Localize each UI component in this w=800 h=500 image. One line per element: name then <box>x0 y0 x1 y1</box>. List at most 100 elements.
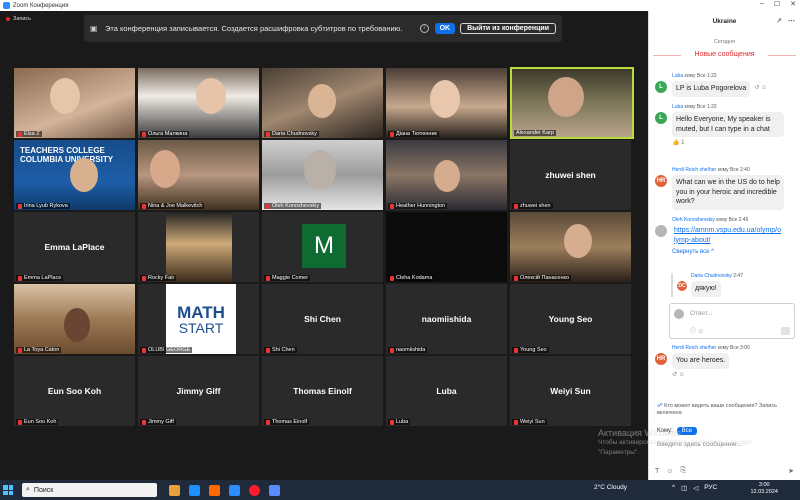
mic-muted-icon <box>390 203 394 209</box>
participant-tile[interactable]: La Toya Caton <box>14 284 135 354</box>
participant-tile[interactable]: Cleha Kodama <box>386 212 507 282</box>
avatar: M <box>302 224 346 268</box>
chat-message[interactable]: Oleh Konoshevskiy кому Все 2:46 https://… <box>655 217 795 255</box>
participant-tile[interactable]: MATH START OLUBI GEORGE <box>138 284 259 354</box>
participant-tile[interactable]: Олексій Панасенко <box>510 212 631 282</box>
reply-icon[interactable]: ↺ ☺ <box>672 371 795 378</box>
avatar <box>655 225 667 237</box>
participant-tile[interactable]: Luba Luba <box>386 356 507 426</box>
network-icon[interactable]: ◫ <box>681 484 687 492</box>
recipient-selector[interactable]: Кому: Все <box>657 427 698 435</box>
clock[interactable]: 3:00 12.03.2024 <box>750 482 778 496</box>
volume-icon[interactable]: ◁ <box>693 484 698 492</box>
taskbar-search[interactable]: ⌕ Поиск <box>22 483 157 497</box>
participant-tile[interactable]: Rocky Fair <box>138 212 259 282</box>
ok-button[interactable]: OK <box>434 23 456 34</box>
recipient-dropdown[interactable]: Все <box>676 427 698 435</box>
collapse-thread-toggle[interactable]: Свернуть все ^ <box>672 249 795 255</box>
chevron-up-icon[interactable]: ^ <box>672 484 675 492</box>
message-text: дякую! <box>691 281 721 297</box>
photos-icon[interactable] <box>269 484 280 496</box>
reaction-badge[interactable]: 👍 1 <box>672 139 795 146</box>
more-icon[interactable]: ⋯ <box>788 17 795 25</box>
participant-tile[interactable]: Ольга Малкина <box>138 68 259 138</box>
record-dot-icon <box>6 17 10 21</box>
language-indicator[interactable]: РУС <box>704 484 717 492</box>
participant-tile[interactable]: Eun Soo Koh Eun Soo Koh <box>14 356 135 426</box>
reply-input[interactable]: Ответ... ⓘ ☺ <box>669 303 795 339</box>
reply-placeholder: Ответ... <box>690 310 713 317</box>
start-button[interactable] <box>0 480 16 500</box>
participant-tile[interactable]: Young Seo Young Seo <box>510 284 631 354</box>
chat-toolbar: T ☺ ⎘ ➤ <box>655 466 794 476</box>
message-meta: Herdi Reich she/her кому Все 3:00 <box>672 345 750 351</box>
message-input[interactable]: Введите здесь сообщение... <box>657 441 742 448</box>
meeting-area: Запись ▣ Эта конференция записывается. С… <box>0 11 648 480</box>
recording-label: Запись <box>13 16 32 22</box>
participant-tile[interactable]: Weiyi Sun Weiyi Sun <box>510 356 631 426</box>
minimize-icon[interactable]: – <box>760 0 764 8</box>
participant-tile[interactable]: Daria Chudnovsky <box>262 68 383 138</box>
search-icon: ⌕ <box>26 486 30 493</box>
participant-tile[interactable]: Elsa Z <box>14 68 135 138</box>
file-icon[interactable]: ⎘ <box>680 467 686 475</box>
mic-muted-icon <box>390 419 394 425</box>
participant-tile[interactable]: Heather Hunnington <box>386 140 507 210</box>
edge-icon[interactable] <box>189 484 200 496</box>
participant-tile[interactable]: Shi Chen Shi Chen <box>262 284 383 354</box>
weather-widget[interactable]: 2°C Cloudy <box>594 484 627 491</box>
participant-tile-active-speaker[interactable]: Alexander Karp <box>510 67 634 139</box>
message-text: What can we in the US do to help you in … <box>672 175 784 210</box>
participant-name: Shi Chen <box>264 347 297 353</box>
store-icon[interactable] <box>209 484 220 496</box>
participant-tile[interactable]: Nina & Joe Malkevitch <box>138 140 259 210</box>
participant-tile[interactable]: Thomas Einolf Thomas Einolf <box>262 356 383 426</box>
recording-indicator[interactable]: Запись <box>6 16 31 22</box>
thread-reply[interactable]: Daria Chudnovsky 2:47 DC дякую! <box>671 273 795 297</box>
participant-tile[interactable]: Діана Тютюнник <box>386 68 507 138</box>
participant-tile[interactable]: Oleh Konoshevskiy <box>262 140 383 210</box>
leave-meeting-button[interactable]: Выйти из конференции <box>460 23 556 34</box>
message-link[interactable]: https://amnm.vspu.edu.ua/olymp/olymp-abo… <box>674 227 781 244</box>
format-icon[interactable]: T <box>655 468 659 475</box>
emoji-icon[interactable]: ☺ <box>666 468 673 475</box>
cc-icon: ▣ <box>90 24 98 33</box>
video-feed <box>564 224 592 258</box>
mic-muted-icon <box>390 131 394 137</box>
send-icon[interactable]: ➤ <box>788 467 794 475</box>
send-icon[interactable] <box>781 327 790 335</box>
zoom-app-icon <box>3 2 10 9</box>
participant-tile[interactable]: M Maggie Comer <box>262 212 383 282</box>
maximize-icon[interactable]: ☐ <box>774 0 780 8</box>
who-can-see-notice[interactable]: ☍ Кто может видеть ваши сообщения? Запис… <box>657 403 797 417</box>
chat-message[interactable]: Herdi Reich she/her кому Все 3:00 HR You… <box>655 345 795 378</box>
mic-muted-icon <box>514 275 518 281</box>
participant-name: Oleh Konoshevskiy <box>264 203 322 209</box>
mic-muted-icon <box>266 419 270 425</box>
chat-message[interactable]: Luba кому Все 1:22 L LP is Luba Pogorelo… <box>655 73 795 97</box>
participant-tile[interactable]: naomiishida naomiishida <box>386 284 507 354</box>
chat-panel: Ukraine ↗ ⋯ Сегодня Новые сообщения Luba… <box>648 11 800 480</box>
chat-message[interactable]: Luba кому Все 1:22 L Hello Everyone, My … <box>655 104 795 146</box>
participant-display-name: Weiyi Sun <box>550 386 591 396</box>
window-controls: – ☐ ✕ <box>760 0 796 8</box>
math-start-logo: MATH START <box>166 284 236 354</box>
format-icons[interactable]: ⓘ ☺ <box>690 326 704 335</box>
participant-tile[interactable]: Emma LaPlace Emma LaPlace <box>14 212 135 282</box>
mic-muted-icon <box>514 419 518 425</box>
file-explorer-icon[interactable] <box>169 484 180 496</box>
participant-display-name: Young Seo <box>548 314 593 324</box>
close-icon[interactable]: ✕ <box>790 0 796 8</box>
participant-tile[interactable]: TEACHERS COLLEGE COLUMBIA UNIVERSITY Iri… <box>14 140 135 210</box>
chat-message[interactable]: Herdi Reich she/her кому Все 2:40 HR Wha… <box>655 167 795 210</box>
zoom-icon[interactable] <box>229 484 240 496</box>
reply-icon[interactable]: ↺ ☺ <box>754 84 767 91</box>
video-feed <box>70 158 98 192</box>
participant-tile[interactable]: Jimmy Giff Jimmy Giff <box>138 356 259 426</box>
video-feed <box>196 78 226 114</box>
participant-tile[interactable]: zhuwei shen zhuwei shen <box>510 140 631 210</box>
info-icon[interactable]: i <box>419 24 429 33</box>
popout-icon[interactable]: ↗ <box>776 17 782 25</box>
opera-icon[interactable] <box>249 484 260 496</box>
taskbar-apps <box>169 484 280 496</box>
